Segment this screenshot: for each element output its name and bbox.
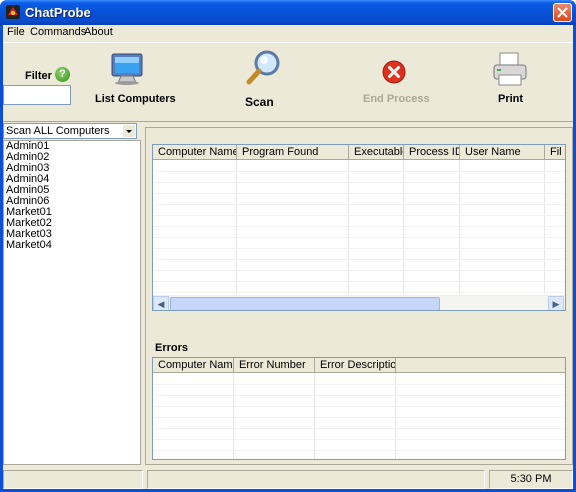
title-bar[interactable]: ChatProbe bbox=[0, 0, 576, 25]
grid-column-line bbox=[348, 160, 349, 294]
grid-row-line bbox=[153, 248, 565, 249]
errors-grid[interactable]: Computer Name Error Number Error Descripti… bbox=[152, 357, 566, 460]
errors-grid-header: Computer Name Error Number Error Descripti… bbox=[153, 358, 565, 373]
end-process-button[interactable]: End Process bbox=[358, 46, 433, 122]
print-button[interactable]: Print bbox=[487, 46, 537, 122]
status-bar: 5:30 PM bbox=[3, 467, 573, 489]
grid-row-line bbox=[153, 395, 565, 396]
grid-column-line bbox=[544, 160, 545, 294]
window-title: ChatProbe bbox=[25, 5, 91, 20]
toolbar: Filter ? List Computers Scan End Process… bbox=[3, 42, 573, 122]
help-icon[interactable]: ? bbox=[55, 67, 70, 82]
scroll-left-icon[interactable]: ◀ bbox=[153, 296, 169, 310]
close-icon bbox=[557, 7, 568, 18]
column-header[interactable]: Error Description bbox=[315, 358, 396, 373]
computer-list[interactable]: Admin01 Admin02 Admin03 Admin04 Admin05 Admin… bbox=[3, 140, 141, 465]
magnifier-icon bbox=[246, 50, 280, 85]
grid-row-line bbox=[153, 450, 565, 451]
grid-row-line bbox=[153, 292, 565, 293]
grid-column-line bbox=[314, 373, 315, 459]
menu-bar: File Commands About bbox=[3, 25, 573, 41]
grid-row-line bbox=[153, 384, 565, 385]
status-pane-middle bbox=[147, 470, 485, 489]
column-header[interactable]: Executable bbox=[349, 145, 404, 160]
list-computers-button[interactable]: List Computers bbox=[93, 46, 176, 122]
grid-row-line bbox=[153, 215, 565, 216]
scroll-thumb[interactable] bbox=[170, 297, 440, 310]
close-button[interactable] bbox=[553, 3, 572, 22]
end-process-label: End Process bbox=[363, 93, 430, 105]
results-grid[interactable]: Computer Name Program Found Executable Proc… bbox=[152, 144, 566, 311]
column-header[interactable]: Error Number bbox=[234, 358, 315, 373]
scan-button[interactable]: Scan bbox=[241, 46, 291, 122]
app-icon bbox=[5, 4, 21, 20]
menu-file[interactable]: File bbox=[7, 26, 25, 38]
column-header[interactable]: Computer Name bbox=[153, 145, 237, 160]
grid-column-line bbox=[236, 160, 237, 294]
grid-column-line bbox=[403, 160, 404, 294]
column-header[interactable]: Computer Name bbox=[153, 358, 234, 373]
grid-column-line bbox=[395, 373, 396, 459]
stop-icon bbox=[382, 60, 406, 84]
grid-row-line bbox=[153, 182, 565, 183]
grid-row-line bbox=[153, 439, 565, 440]
client-area: File Commands About Filter ? List Comput… bbox=[3, 25, 573, 489]
list-computers-label: List Computers bbox=[95, 93, 176, 105]
filter-input[interactable] bbox=[3, 85, 71, 105]
printer-icon bbox=[493, 52, 527, 86]
scan-label: Scan bbox=[245, 95, 274, 109]
grid-row-line bbox=[153, 259, 565, 260]
results-grid-header: Computer Name Program Found Executable Proc… bbox=[153, 145, 565, 160]
grid-row-line bbox=[153, 270, 565, 271]
column-header[interactable]: Program Found bbox=[237, 145, 349, 160]
grid-row-line bbox=[153, 204, 565, 205]
dropdown-arrow-icon[interactable] bbox=[123, 125, 135, 137]
column-header[interactable]: Process ID bbox=[404, 145, 460, 160]
column-header[interactable]: Fil bbox=[545, 145, 565, 160]
grid-row-line bbox=[153, 171, 565, 172]
grid-row-line bbox=[153, 428, 565, 429]
grid-column-line bbox=[233, 373, 234, 459]
status-time: 5:30 PM bbox=[489, 470, 573, 489]
scan-scope-value: Scan ALL Computers bbox=[6, 125, 110, 137]
grid-row-line bbox=[153, 237, 565, 238]
grid-row-line bbox=[153, 281, 565, 282]
filter-label: Filter bbox=[25, 70, 52, 82]
column-header[interactable]: User Name bbox=[460, 145, 545, 160]
scroll-right-icon[interactable]: ▶ bbox=[548, 296, 564, 310]
errors-label: Errors bbox=[155, 342, 189, 354]
grid-row-line bbox=[153, 406, 565, 407]
results-horizontal-scrollbar[interactable]: ◀ ▶ bbox=[153, 295, 565, 310]
grid-column-line bbox=[459, 160, 460, 294]
computer-monitor-icon bbox=[111, 53, 143, 85]
menu-about[interactable]: About bbox=[84, 26, 113, 38]
scan-scope-select[interactable]: Scan ALL Computers bbox=[3, 123, 137, 139]
app-window: ChatProbe File Commands About Filter ? L… bbox=[0, 0, 576, 492]
print-label: Print bbox=[498, 93, 524, 105]
grid-row-line bbox=[153, 417, 565, 418]
computers-panel: Scan ALL Computers Admin01 Admin02 Admin03… bbox=[3, 123, 141, 465]
computer-list-item[interactable]: Market04 bbox=[4, 240, 140, 251]
results-panel: Computer Name Program Found Executable Proc… bbox=[145, 127, 573, 465]
menu-commands[interactable]: Commands bbox=[30, 26, 86, 38]
grid-row-line bbox=[153, 193, 565, 194]
grid-row-line bbox=[153, 226, 565, 227]
status-pane-left bbox=[3, 470, 143, 489]
